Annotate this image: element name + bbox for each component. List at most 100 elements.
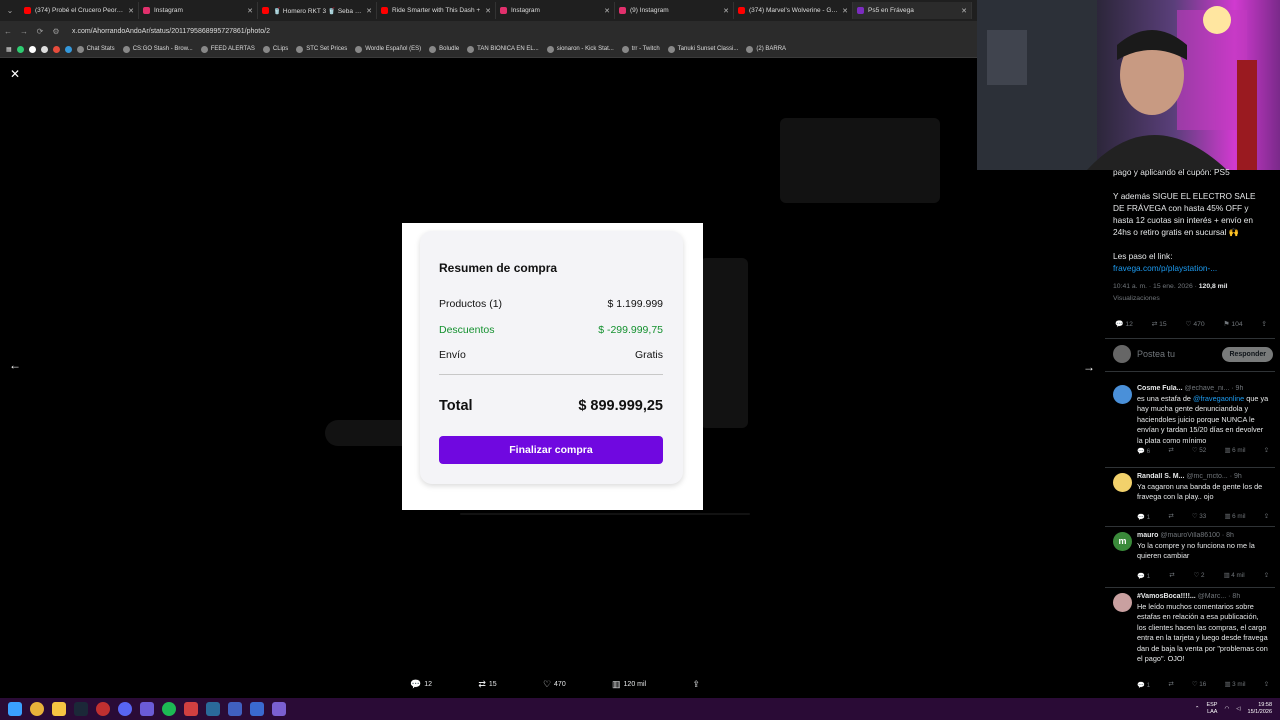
comment-like[interactable]: ♡ 16 bbox=[1192, 681, 1206, 689]
bookmark-item[interactable]: FEED ALERTAS bbox=[200, 45, 255, 53]
bookmark-item[interactable]: CLips bbox=[262, 45, 288, 53]
comment-views[interactable]: ▥ 3 mil bbox=[1224, 681, 1245, 689]
close-tab-icon[interactable]: ✕ bbox=[604, 7, 610, 15]
discord-icon[interactable] bbox=[118, 702, 132, 716]
app-icon[interactable] bbox=[228, 702, 242, 716]
bookmark-icon-5[interactable] bbox=[64, 45, 72, 53]
wifi-icon[interactable]: ◠ bbox=[1224, 706, 1229, 712]
back-icon[interactable]: ← bbox=[0, 27, 16, 36]
close-tab-icon[interactable]: ✕ bbox=[842, 7, 848, 15]
browser-tab[interactable]: Ride Smarter with This Dash + ✕ bbox=[377, 2, 496, 19]
tweet-link[interactable]: fravega.com/p/playstation-... bbox=[1113, 262, 1268, 274]
forward-icon[interactable]: → bbox=[16, 27, 32, 36]
share-icon[interactable]: ⇪ bbox=[692, 677, 700, 691]
comment-like[interactable]: ♡ 33 bbox=[1192, 513, 1206, 521]
bookmark-item[interactable]: Boludle bbox=[429, 45, 459, 53]
share-icon[interactable]: ⇪ bbox=[1264, 447, 1269, 455]
like-stat[interactable]: ♡ 470 bbox=[1185, 320, 1204, 328]
comment-reply[interactable]: 💬 1 bbox=[1137, 572, 1150, 580]
bookmark-item[interactable]: trr - Twitch bbox=[621, 45, 660, 53]
browser-tab[interactable]: (9) Instagram ✕ bbox=[615, 2, 734, 19]
tray-chevron-icon[interactable]: ⌃ bbox=[1195, 706, 1200, 712]
previous-arrow-icon[interactable]: ← bbox=[8, 358, 22, 372]
commenter-avatar[interactable] bbox=[1113, 593, 1132, 612]
bookmark-item[interactable]: CS:GO Stash - Brow... bbox=[122, 45, 193, 53]
language-indicator[interactable]: ESP LAA bbox=[1206, 702, 1217, 716]
clock[interactable]: 19:58 15/1/2026 bbox=[1248, 702, 1272, 716]
commenter-name[interactable]: Randall S. M... bbox=[1137, 473, 1184, 480]
browser-tab[interactable]: 🥤 Homero RKT 3 🥤 Seba Vall ✕ bbox=[258, 2, 377, 19]
close-tab-icon[interactable]: ✕ bbox=[961, 7, 967, 15]
comment-reply[interactable]: 💬 1 bbox=[1137, 513, 1150, 521]
comment-like[interactable]: ♡ 2 bbox=[1194, 572, 1205, 580]
folder-icon[interactable] bbox=[52, 702, 66, 716]
site-info-icon[interactable]: ⚙ bbox=[48, 27, 64, 36]
commenter-name[interactable]: #VamosBoca!!!!... bbox=[1137, 593, 1196, 600]
reply-stat[interactable]: 💬 12 bbox=[1115, 320, 1133, 328]
spotify-icon[interactable] bbox=[162, 702, 176, 716]
tab-list-button[interactable]: ⌄ bbox=[0, 6, 20, 15]
share-icon[interactable]: ⇪ bbox=[1264, 513, 1269, 521]
bookmark-stat[interactable]: ⚑ 104 bbox=[1223, 320, 1242, 328]
comment-views[interactable]: ▥ 6 mil bbox=[1224, 447, 1245, 455]
volume-icon[interactable]: ◁ bbox=[1236, 706, 1240, 712]
browser-tab[interactable]: (374) Marvel's Wolverine - Gam ✕ bbox=[734, 2, 853, 19]
comment-reply[interactable]: 💬 1 bbox=[1137, 681, 1150, 689]
browser-tab[interactable]: (374) Probé el Crucero Peor Va ✕ bbox=[20, 2, 139, 19]
close-tab-icon[interactable]: ✕ bbox=[247, 7, 253, 15]
photo-views-action[interactable]: ▥ 120 mil bbox=[612, 677, 646, 691]
app-icon[interactable] bbox=[250, 702, 264, 716]
reload-icon[interactable]: ⟳ bbox=[32, 27, 48, 36]
comment-views[interactable]: ▥ 4 mil bbox=[1224, 572, 1245, 580]
commenter-name[interactable]: Cosme Fula... bbox=[1137, 385, 1183, 392]
repost-icon[interactable]: ⇄ bbox=[1169, 572, 1174, 580]
close-icon[interactable]: ✕ bbox=[8, 67, 22, 81]
bookmark-item[interactable]: STC Set Prices bbox=[296, 45, 347, 53]
comment-reply[interactable]: 💬 6 bbox=[1137, 447, 1150, 455]
app-icon[interactable] bbox=[206, 702, 220, 716]
app-icon[interactable] bbox=[272, 702, 286, 716]
photo-repost-action[interactable]: ⇄ 15 bbox=[478, 677, 496, 691]
bookmark-icon-3[interactable] bbox=[40, 45, 48, 53]
browser-tab[interactable]: Instagram ✕ bbox=[139, 2, 258, 19]
share-icon[interactable]: ⇪ bbox=[1264, 572, 1269, 580]
bookmark-item[interactable]: Chat Stats bbox=[76, 45, 115, 53]
photo-like-action[interactable]: ♡ 470 bbox=[543, 677, 566, 691]
commenter-avatar[interactable] bbox=[1113, 473, 1132, 492]
bookmark-item[interactable]: sionaron - Kick Stat... bbox=[546, 45, 614, 53]
steam-icon[interactable] bbox=[74, 702, 88, 716]
repost-icon[interactable]: ⇄ bbox=[1168, 513, 1173, 521]
comment-like[interactable]: ♡ 52 bbox=[1192, 447, 1206, 455]
commenter-avatar[interactable]: m bbox=[1113, 532, 1132, 551]
obs-icon[interactable] bbox=[96, 702, 110, 716]
bookmark-icon-4[interactable] bbox=[52, 45, 60, 53]
commenter-avatar[interactable] bbox=[1113, 385, 1132, 404]
app-icon[interactable] bbox=[184, 702, 198, 716]
start-icon[interactable] bbox=[8, 702, 22, 716]
commenter-name[interactable]: mauro bbox=[1137, 532, 1158, 539]
mention-link[interactable]: @fravegaonline bbox=[1193, 394, 1244, 403]
apps-icon[interactable]: ▦ bbox=[6, 46, 12, 53]
close-tab-icon[interactable]: ✕ bbox=[485, 7, 491, 15]
share-icon[interactable]: ⇪ bbox=[1264, 681, 1269, 689]
url-field[interactable]: x.com/AhorrandoAndoAr/status/20117958689… bbox=[72, 28, 270, 35]
share-icon[interactable]: ⇪ bbox=[1261, 320, 1267, 328]
bookmark-item[interactable]: (2) BARRA bbox=[746, 45, 786, 53]
bookmark-item[interactable]: Wordle Español (ES) bbox=[355, 45, 421, 53]
bookmark-icon-2[interactable] bbox=[28, 45, 36, 53]
app-icon[interactable] bbox=[140, 702, 154, 716]
repost-icon[interactable]: ⇄ bbox=[1168, 681, 1173, 689]
repost-icon[interactable]: ⇄ bbox=[1168, 447, 1173, 455]
close-tab-icon[interactable]: ✕ bbox=[723, 7, 729, 15]
browser-tab[interactable]: Instagram ✕ bbox=[496, 2, 615, 19]
reply-input[interactable]: Postea tu bbox=[1137, 349, 1216, 359]
bookmark-item[interactable]: Tanuki Sunset Classi... bbox=[667, 45, 738, 53]
close-tab-icon[interactable]: ✕ bbox=[128, 7, 134, 15]
bookmark-item[interactable]: TAN BIONICA EN EL... bbox=[467, 45, 539, 53]
photo-reply-action[interactable]: 💬 12 bbox=[410, 677, 432, 691]
close-tab-icon[interactable]: ✕ bbox=[366, 7, 372, 15]
repost-stat[interactable]: ⇄ 15 bbox=[1152, 320, 1167, 328]
reply-button[interactable]: Responder bbox=[1222, 346, 1273, 362]
bookmark-icon-1[interactable] bbox=[16, 45, 24, 53]
browser-tab[interactable]: Ps5 en Frávega ✕ bbox=[853, 2, 972, 19]
